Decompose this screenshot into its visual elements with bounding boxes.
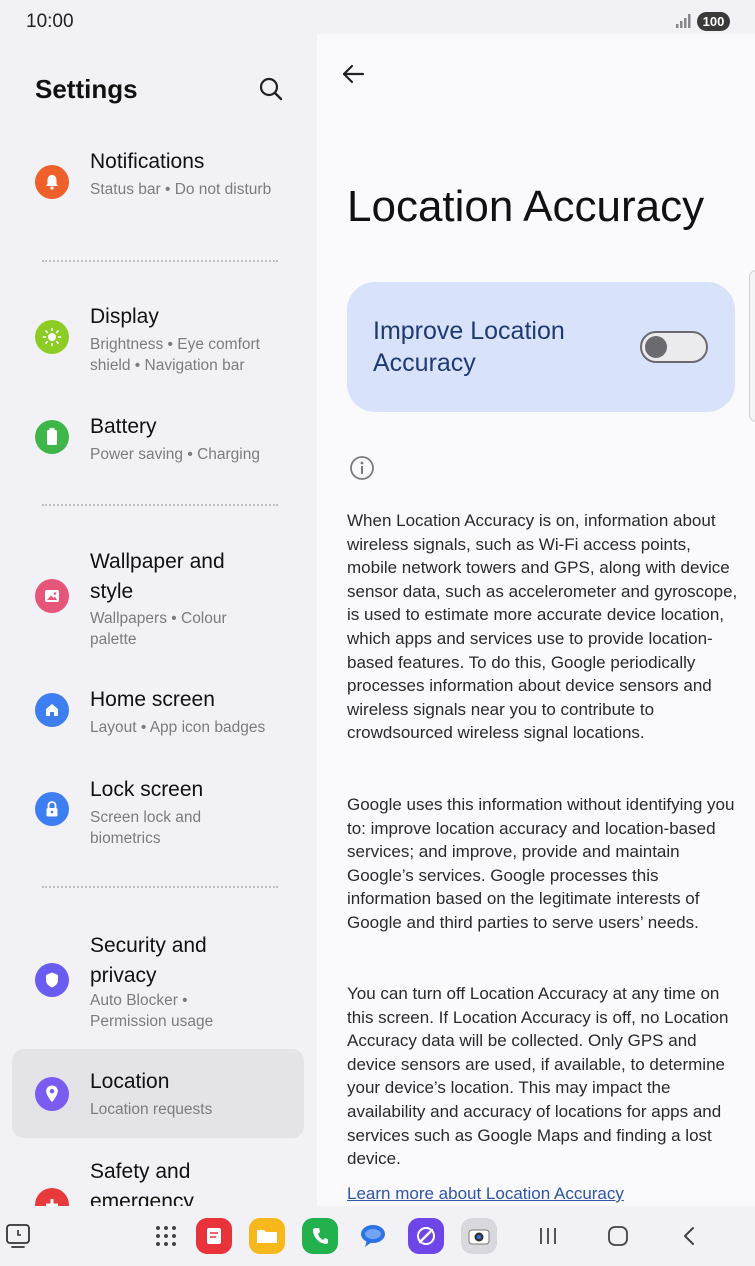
recent-apps-edge-button[interactable] [2,1220,34,1252]
taskbar [0,1206,755,1266]
location-accuracy-switch[interactable] [640,331,708,363]
recents-icon [540,1228,556,1244]
battery-settings-icon [35,420,69,454]
signal-icon [676,14,691,28]
description-paragraph: When Location Accuracy is on, informatio… [347,511,738,743]
settings-item-title: Safety and emergency [90,1160,194,1206]
browser-app-icon[interactable] [408,1218,444,1254]
status-time: 10:00 [26,11,74,32]
location-pin-icon [35,1077,69,1111]
lock-icon [35,792,69,826]
settings-item-title: Notifications [90,150,205,173]
settings-item-battery[interactable]: Battery Power saving • Charging [12,407,304,477]
messages-app-icon[interactable] [355,1218,391,1254]
shield-icon [35,963,69,997]
settings-item-safety[interactable]: Safety and emergency [12,1152,304,1206]
phone-app-icon[interactable] [302,1218,338,1254]
settings-item-title: Wallpaper and style [90,550,225,603]
settings-item-subtitle: Layout • App icon badges [90,719,266,736]
info-icon [350,456,374,480]
learn-more-link[interactable]: Learn more about Location Accuracy [347,1184,624,1204]
settings-item-wallpaper[interactable]: Wallpaper and style Wallpapers • Colour … [12,542,304,662]
files-app-icon[interactable] [249,1218,285,1254]
search-icon[interactable] [254,72,288,106]
bell-icon [35,165,69,199]
home-nav-button[interactable] [602,1220,634,1252]
settings-item-title: Display [90,305,159,328]
settings-item-subtitle: Screen lock and biometrics [90,809,202,847]
grid-icon [156,1226,176,1246]
settings-item-subtitle: Status bar • Do not disturb [90,181,272,198]
back-arrow-icon[interactable] [337,58,369,90]
camera-app-icon[interactable] [461,1218,497,1254]
settings-title: Settings [35,74,138,104]
image-icon [35,579,69,613]
settings-item-title: Lock screen [90,778,204,801]
settings-item-title: Battery [90,415,157,438]
improve-location-accuracy-card[interactable]: Improve Location Accuracy [347,282,735,412]
settings-item-lock-screen[interactable]: Lock screen Screen lock and biometrics [12,770,304,860]
settings-item-subtitle: Wallpapers • Colour palette [90,610,227,648]
description-paragraph: You can turn off Location Accuracy at an… [347,984,729,1169]
settings-item-home-screen[interactable]: Home screen Layout • App icon badges [12,679,304,749]
settings-item-title: Location [90,1070,170,1093]
toggle-label: Improve Location Accuracy [373,317,565,377]
settings-item-location[interactable]: Location Location requests [12,1049,304,1138]
sun-icon [35,320,69,354]
apps-grid-button[interactable] [150,1220,182,1252]
settings-item-subtitle: Power saving • Charging [90,446,260,463]
divider [42,886,278,888]
settings-list-panel: Settings Notifications Status bar • Do n… [0,34,317,1206]
notes-app-icon[interactable] [196,1218,232,1254]
back-nav-button[interactable] [673,1220,705,1252]
switch-knob [645,336,667,358]
settings-item-subtitle: Location requests [90,1101,213,1118]
settings-item-security[interactable]: Security and privacy Auto Blocker • Perm… [12,926,304,1046]
battery-icon: 100 [697,12,730,31]
settings-item-title: Home screen [90,688,215,711]
description-paragraph: Google uses this information without ide… [347,795,735,932]
chevron-left-icon [684,1227,694,1245]
recents-nav-button[interactable] [532,1220,564,1252]
settings-item-subtitle: Brightness • Eye comfort shield • Naviga… [90,336,260,374]
home-icon [35,693,69,727]
divider [42,260,278,262]
settings-item-subtitle: Auto Blocker • Permission usage [90,992,214,1030]
emergency-icon [35,1188,69,1206]
home-circle-icon [608,1226,628,1246]
location-accuracy-panel: Location Accuracy Improve Location Accur… [317,34,755,1206]
divider [42,504,278,506]
scroll-handle[interactable] [749,270,755,422]
settings-item-notifications[interactable]: Notifications Status bar • Do not distur… [12,142,304,232]
page-title: Location Accuracy [347,182,705,231]
panel-icon [6,1224,30,1248]
settings-item-display[interactable]: Display Brightness • Eye comfort shield … [12,297,304,387]
settings-item-title: Security and privacy [90,934,207,987]
